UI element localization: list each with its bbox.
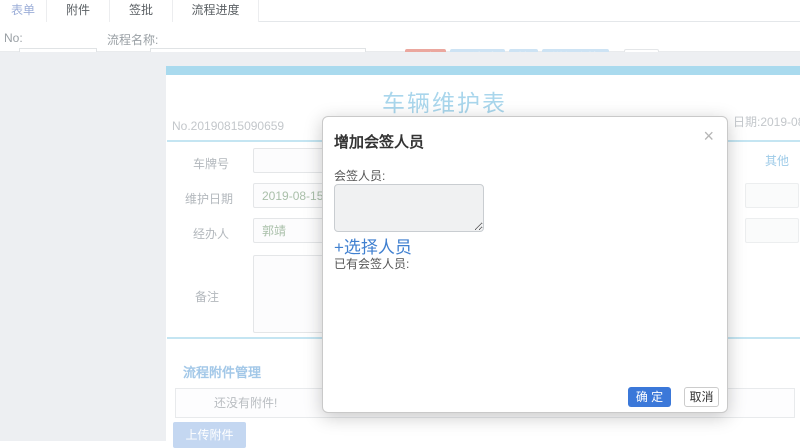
form-no-text: No.20190815090659 [172,119,285,133]
upload-attachment-button[interactable]: 上传附件 [173,422,246,448]
tab-approval[interactable]: 签批 [110,0,173,22]
add-countersign-modal: 增加会签人员 × 会签人员: +选择人员 已有会签人员: 确 定 取消 [322,116,728,413]
form-title: 车辆维护表 [382,90,507,116]
modal-title: 增加会签人员 [334,134,425,151]
form-date-text: 日期:2019-08-15 [733,115,800,129]
maintain-date-label: 维护日期 [185,192,234,206]
process-name-label: 流程名称: [107,33,159,47]
existing-countersign-label: 已有会签人员: [334,257,410,271]
countersign-personnel-label: 会签人员: [334,169,386,183]
other-link[interactable]: 其他 [765,152,789,169]
tab-form[interactable]: 表单 [0,0,47,22]
no-label: No: [4,31,23,45]
tab-process-progress[interactable]: 流程进度 [173,0,259,22]
cancel-button[interactable]: 取消 [684,387,719,407]
right-column-input[interactable] [745,218,799,243]
countersign-personnel-textarea[interactable] [334,184,484,232]
close-icon[interactable]: × [703,127,714,145]
attachments-section-header: 流程附件管理 [183,365,262,380]
toolbar: No: 流程名称: 保存 取消委托 挂起 增加会签人 返回 [0,22,800,84]
tab-attachment[interactable]: 附件 [47,0,110,22]
panel-accent-bar [166,66,800,75]
tab-bar: 表单 附件 签批 流程进度 [0,0,800,22]
confirm-button[interactable]: 确 定 [628,387,671,407]
right-column-input[interactable] [745,183,799,208]
